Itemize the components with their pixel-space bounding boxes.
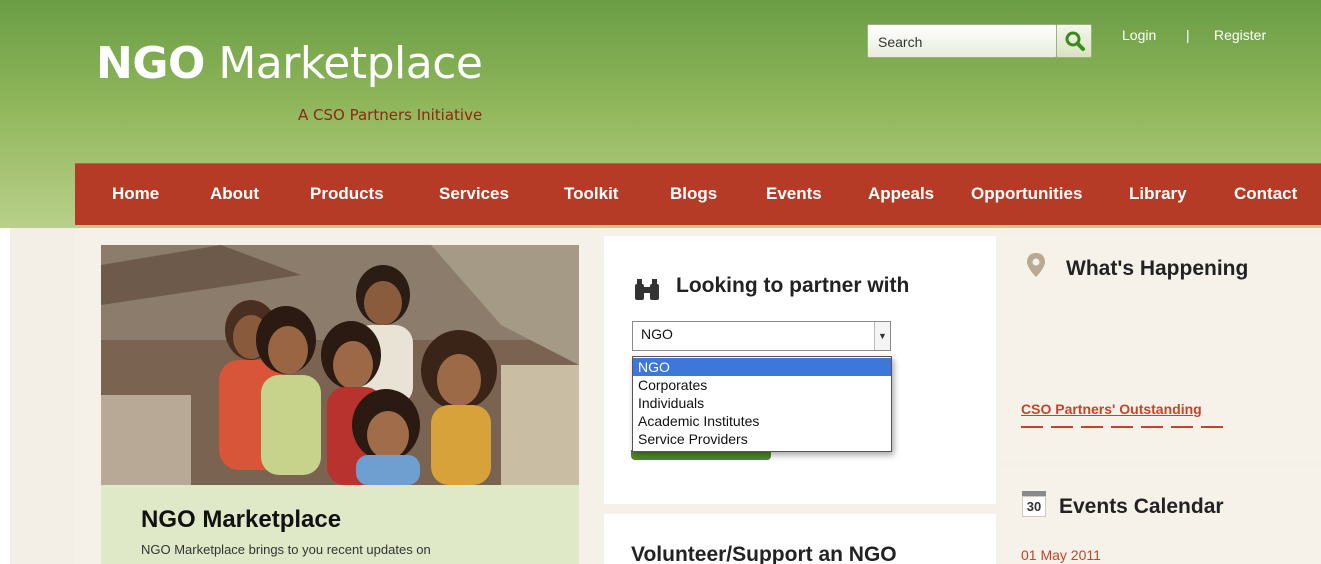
happening-title: What's Happening	[1066, 257, 1249, 280]
hero-text: NGO Marketplace brings to you recent upd…	[141, 542, 431, 557]
partner-select-value: NGO	[641, 326, 673, 342]
calendar-day: 30	[1022, 496, 1046, 517]
nav-about[interactable]: About	[210, 184, 259, 204]
option-ngo[interactable]: NGO	[633, 358, 891, 376]
login-link[interactable]: Login	[1122, 27, 1156, 43]
logo-rest-text: Marketplace	[204, 38, 483, 89]
nav-library[interactable]: Library	[1129, 184, 1187, 204]
option-service-providers[interactable]: Service Providers	[633, 430, 891, 448]
option-academic-institutes[interactable]: Academic Institutes	[633, 412, 891, 430]
binoculars-icon	[635, 279, 659, 300]
hero-title: NGO Marketplace	[141, 506, 342, 533]
nav-services[interactable]: Services	[439, 184, 509, 204]
events-title: Events Calendar	[1059, 495, 1224, 518]
register-link[interactable]: Register	[1214, 27, 1266, 43]
nav-home[interactable]: Home	[112, 184, 159, 204]
option-individuals[interactable]: Individuals	[633, 394, 891, 412]
nav-appeals[interactable]: Appeals	[868, 184, 934, 204]
nav-blogs[interactable]: Blogs	[670, 184, 717, 204]
hero-photo	[101, 245, 579, 485]
site-logo[interactable]: NGO Marketplace	[96, 38, 483, 89]
cso-partners-link[interactable]: CSO Partners' Outstanding	[1021, 401, 1202, 417]
location-pin-icon	[1027, 253, 1045, 277]
nav-toolkit[interactable]: Toolkit	[564, 184, 618, 204]
nav-events[interactable]: Events	[766, 184, 822, 204]
event-date[interactable]: 01 May 2011	[1021, 547, 1101, 563]
chevron-down-icon[interactable]: ▼	[874, 322, 890, 350]
option-corporates[interactable]: Corporates	[633, 376, 891, 394]
site-tagline: A CSO Partners Initiative	[298, 106, 483, 124]
auth-separator: |	[1186, 27, 1190, 43]
logo-bold-text: NGO	[96, 38, 205, 89]
left-gutter	[0, 228, 10, 564]
partner-title: Looking to partner with	[676, 274, 910, 297]
partner-select[interactable]: NGO ▼	[632, 321, 891, 351]
nav-opportunities[interactable]: Opportunities	[971, 184, 1082, 204]
main-nav: Home About Products Services Toolkit Blo…	[75, 163, 1321, 225]
volunteer-title[interactable]: Volunteer/Support an NGO	[631, 543, 897, 564]
search-icon	[1065, 31, 1085, 51]
search-input[interactable]: Search	[867, 24, 1057, 58]
partner-dropdown-list: NGO Corporates Individuals Academic Inst…	[632, 356, 892, 452]
search-button[interactable]	[1056, 24, 1092, 58]
truncated-link-line	[1021, 423, 1229, 429]
nav-products[interactable]: Products	[310, 184, 384, 204]
nav-contact[interactable]: Contact	[1234, 184, 1297, 204]
calendar-icon: 30	[1022, 491, 1046, 517]
